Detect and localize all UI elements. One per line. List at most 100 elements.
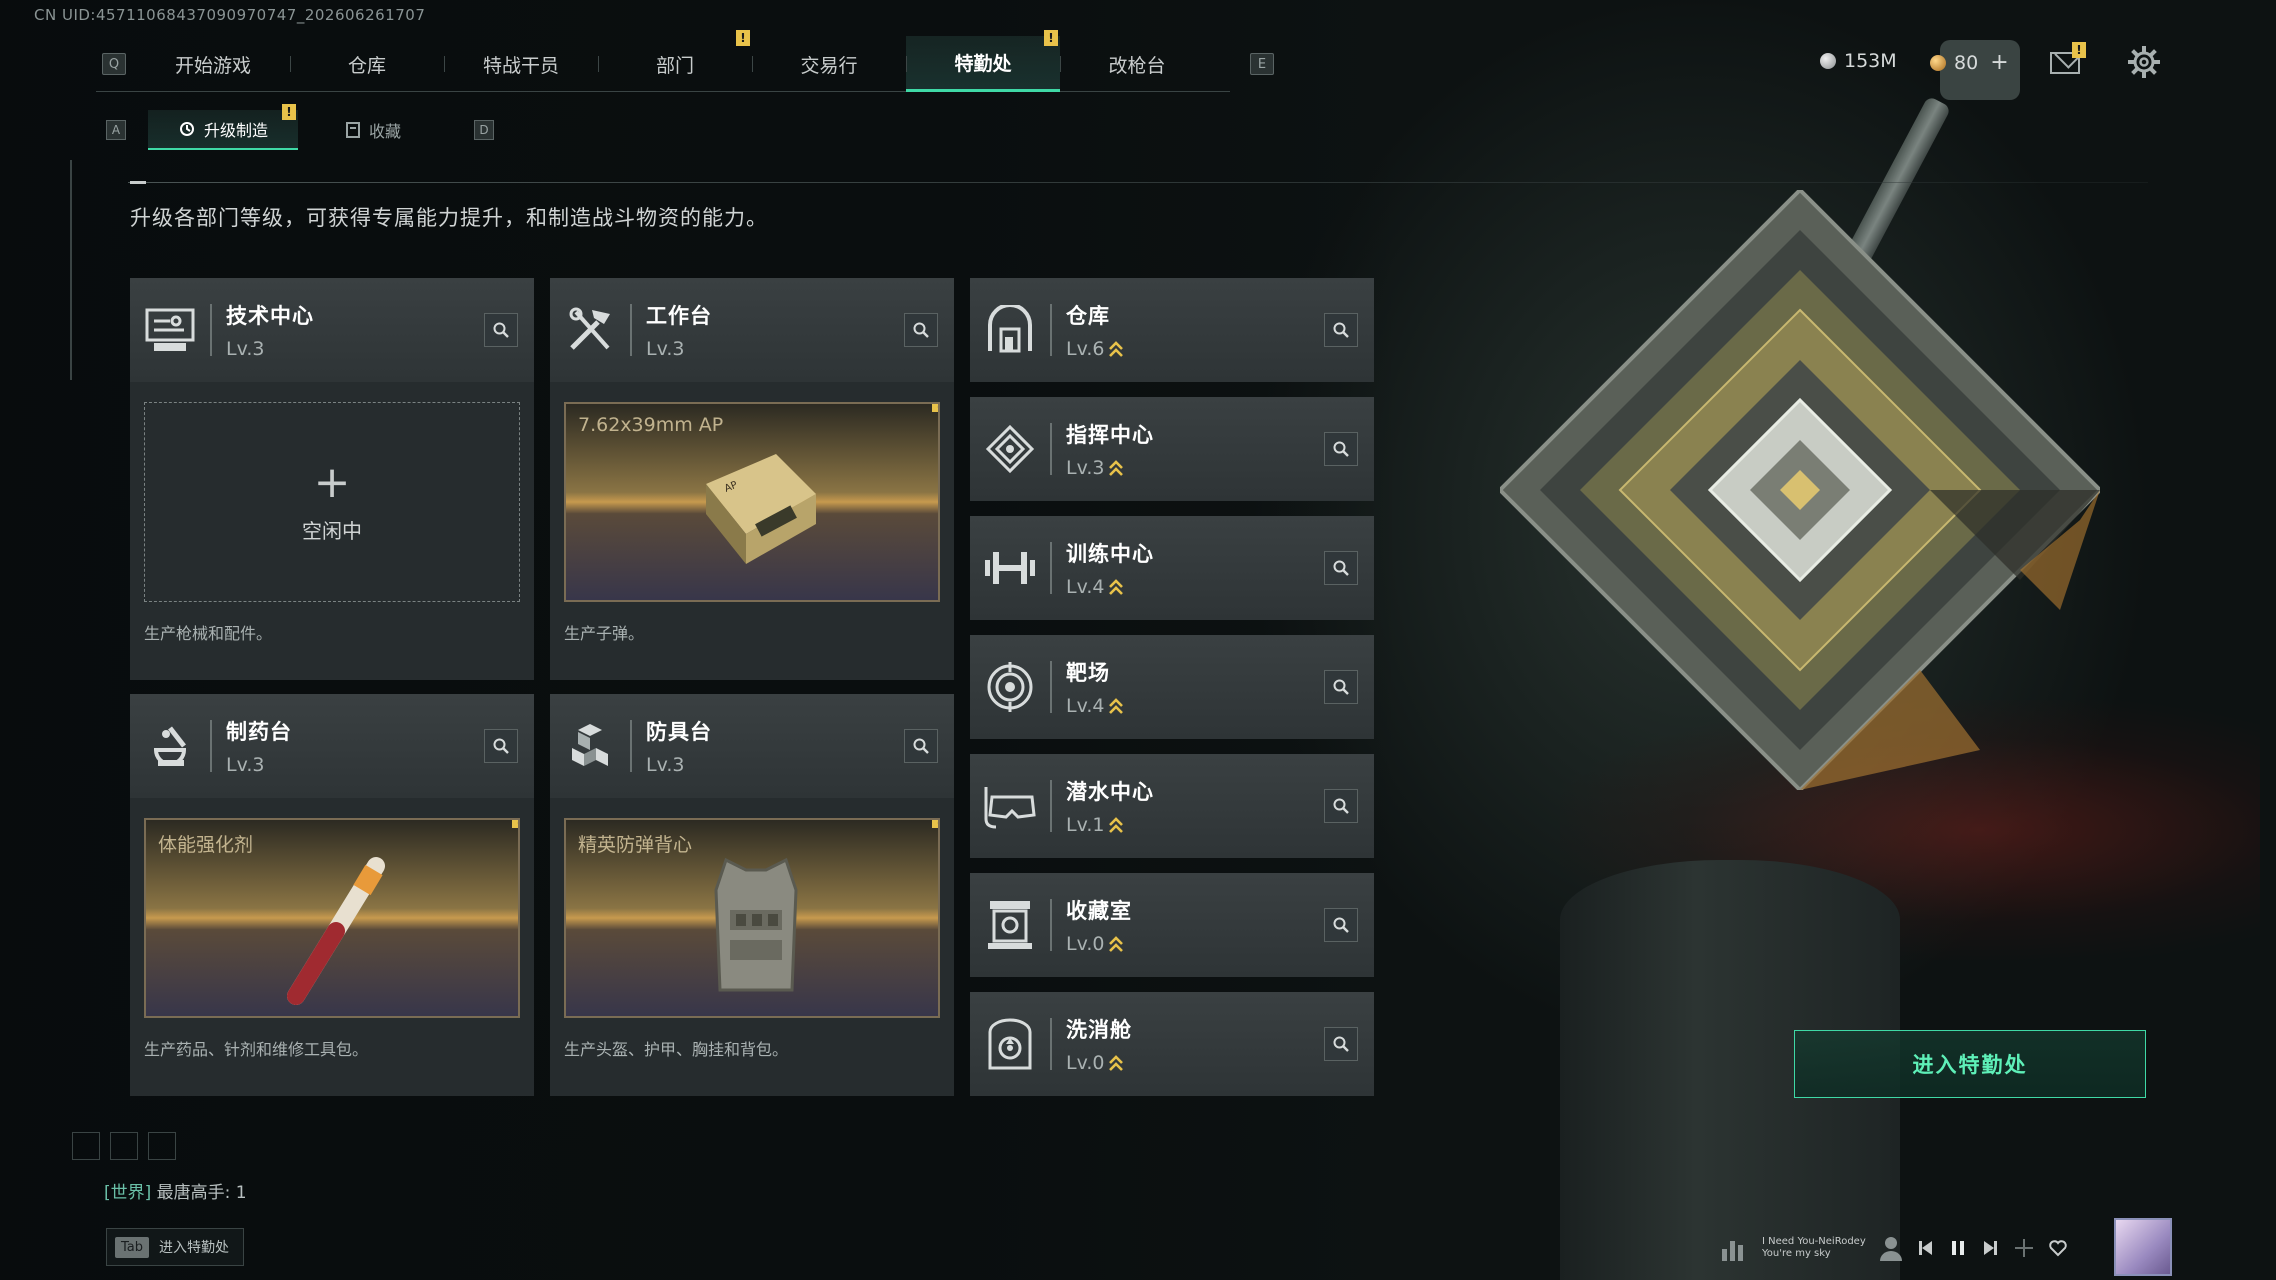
item-name: 精英防弹背心 (578, 834, 693, 856)
card-description: 生产子弹。 (564, 624, 645, 643)
tab-departments[interactable]: 部门! (598, 30, 752, 92)
slot-alert-badge: ! (932, 404, 938, 412)
chat-text: 最唐高手: 1 (156, 1183, 247, 1203)
stats-icon[interactable] (1720, 1235, 1750, 1261)
add-currency-button[interactable]: + (1990, 50, 2008, 75)
card-header: 工作台 Lv.3 (550, 278, 954, 382)
search-button[interactable] (484, 729, 518, 763)
department-title: 指挥中心 (1066, 423, 1154, 447)
search-icon (1333, 1036, 1349, 1052)
pause-icon[interactable] (1948, 1238, 1968, 1258)
department-level: Lv.1 (1066, 814, 1324, 836)
armor-vest-image (714, 857, 798, 992)
search-button[interactable] (1324, 551, 1358, 585)
collection-room-icon (970, 873, 1050, 977)
item-name: 体能强化剂 (158, 834, 254, 856)
card-title: 防具台 (646, 720, 712, 744)
media-bar: I Need You-NeiRodey You're my sky (1720, 1220, 2260, 1276)
department-title: 潜水中心 (1066, 780, 1154, 804)
subtab-alert-badge: ! (282, 104, 296, 120)
friends-icon[interactable] (1878, 1235, 1904, 1261)
sub-navigation: A 升级制造 ! 收藏 D (106, 104, 494, 150)
subtab-collection[interactable]: 收藏 (298, 110, 448, 150)
collection-icon (345, 122, 360, 138)
nav-prev-key[interactable]: Q (102, 53, 126, 75)
subtab-upgrade-craft[interactable]: 升级制造 ! (148, 104, 298, 150)
target-icon (970, 635, 1050, 739)
diving-mask-icon (970, 754, 1050, 858)
silver-coin-icon (1820, 53, 1836, 69)
search-button[interactable] (1324, 670, 1358, 704)
subnav-next-key[interactable]: D (474, 120, 494, 140)
add-icon[interactable] (2012, 1236, 2036, 1260)
department-warehouse[interactable]: 仓库 Lv.6 (970, 278, 1374, 382)
user-uid: CN UID:45711068437090970747_202606261707 (34, 6, 426, 24)
search-button[interactable] (904, 313, 938, 347)
search-icon (913, 738, 929, 754)
command-center-icon (970, 397, 1050, 501)
idle-slot[interactable]: + 空闲中 (144, 402, 520, 602)
production-slot[interactable]: 7.62x39mm AP AP ! (564, 402, 940, 602)
tab-special-ops[interactable]: 特勤处! (906, 30, 1060, 92)
search-icon (913, 322, 929, 338)
tab-trading[interactable]: 交易行 (752, 36, 906, 92)
department-title: 仓库 (1066, 304, 1110, 328)
card-level: Lv.3 (646, 754, 685, 776)
previous-track-icon[interactable] (1916, 1238, 1936, 1258)
department-collection-room[interactable]: 收藏室 Lv.0 (970, 873, 1374, 977)
silver-currency: 153M (1820, 50, 1897, 72)
tab-warehouse[interactable]: 仓库 (290, 36, 444, 92)
upgrade-arrow-icon (1109, 936, 1124, 952)
quick-slot[interactable] (110, 1132, 138, 1160)
card-title: 工作台 (646, 304, 712, 328)
upgrade-arrow-icon (1109, 460, 1124, 476)
search-button[interactable] (1324, 313, 1358, 347)
search-button[interactable] (1324, 432, 1358, 466)
search-icon (1333, 798, 1349, 814)
department-level: Lv.3 (1066, 457, 1324, 479)
quick-slot[interactable] (148, 1132, 176, 1160)
card-workbench[interactable]: 工作台 Lv.3 7.62x39mm AP AP ! 生产子弹。 (550, 278, 954, 680)
gear-icon[interactable] (2128, 46, 2160, 78)
search-icon (493, 322, 509, 338)
search-button[interactable] (904, 729, 938, 763)
search-button[interactable] (484, 313, 518, 347)
department-level: Lv.6 (1066, 338, 1324, 360)
quick-slot[interactable] (72, 1132, 100, 1160)
nav-next-key[interactable]: E (1250, 53, 1274, 75)
search-icon (1333, 679, 1349, 695)
card-level: Lv.3 (226, 754, 265, 776)
department-training-center[interactable]: 训练中心 Lv.4 (970, 516, 1374, 620)
card-tech-center[interactable]: 技术中心 Lv.3 + 空闲中 生产枪械和配件。 (130, 278, 534, 680)
production-slot[interactable]: 体能强化剂 ! (144, 818, 520, 1018)
tab-start-game[interactable]: 开始游戏 (136, 36, 290, 92)
chat-message[interactable]: [世界] 最唐高手: 1 (104, 1178, 247, 1203)
search-button[interactable] (1324, 908, 1358, 942)
add-icon: + (313, 456, 351, 508)
subnav-prev-key[interactable]: A (106, 120, 126, 140)
armor-bench-icon (550, 694, 630, 798)
warehouse-icon (970, 278, 1050, 382)
heart-icon[interactable] (2048, 1238, 2068, 1258)
search-button[interactable] (1324, 789, 1358, 823)
tab-gunsmith[interactable]: 改枪台 (1060, 36, 1214, 92)
department-title: 收藏室 (1066, 899, 1132, 923)
enter-special-ops-button[interactable]: 进入特勤处 (1794, 1030, 2146, 1098)
avatar[interactable] (2114, 1218, 2172, 1276)
department-level: Lv.4 (1066, 576, 1324, 598)
tab-shortcut-hint[interactable]: Tab 进入特勤处 (106, 1228, 244, 1266)
ammo-box-image: AP (706, 454, 816, 564)
department-command-center[interactable]: 指挥中心 Lv.3 (970, 397, 1374, 501)
production-slot[interactable]: 精英防弹背心 ! (564, 818, 940, 1018)
upgrade-arrow-icon (1109, 817, 1124, 833)
department-diving-center[interactable]: 潜水中心 Lv.1 (970, 754, 1374, 858)
tab-operators[interactable]: 特战干员 (444, 36, 598, 92)
card-pharmacy[interactable]: 制药台 Lv.3 体能强化剂 ! 生产药品、针剂和维修工具包。 (130, 694, 534, 1096)
next-track-icon[interactable] (1980, 1238, 2000, 1258)
now-playing: I Need You-NeiRodey You're my sky (1762, 1236, 1866, 1259)
department-shooting-range[interactable]: 靶场 Lv.4 (970, 635, 1374, 739)
search-button[interactable] (1324, 1027, 1358, 1061)
side-decoration (70, 160, 72, 380)
department-decontamination[interactable]: 洗消舱 Lv.0 (970, 992, 1374, 1096)
card-armor-bench[interactable]: 防具台 Lv.3 精英防弹背心 ! 生产头盔、护甲、胸挂和背包。 (550, 694, 954, 1096)
